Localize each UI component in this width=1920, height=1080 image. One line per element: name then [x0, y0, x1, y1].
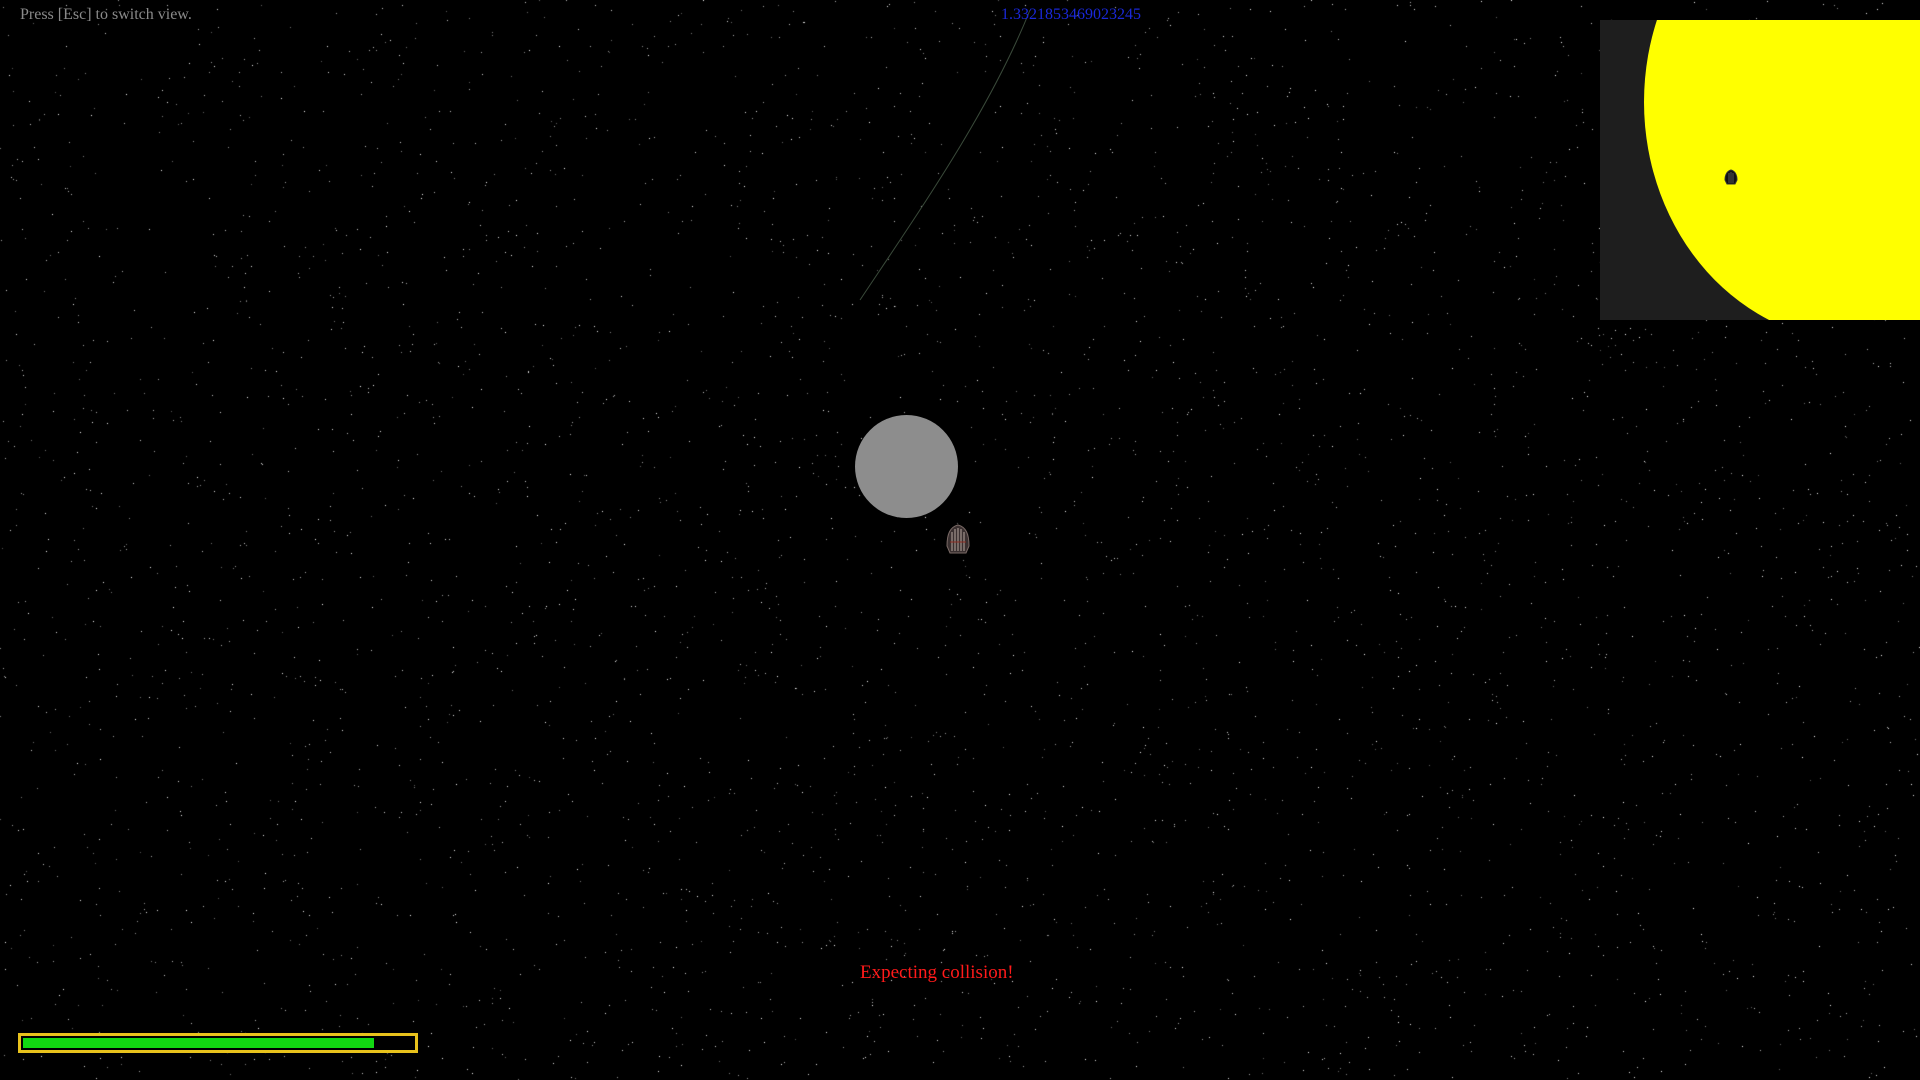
minimap-spaceship-icon [1724, 169, 1738, 185]
game-viewport[interactable]: Press [Esc] to switch view. 1.3321853469… [0, 0, 1920, 1080]
collision-warning: Expecting collision! [860, 962, 1014, 983]
spaceship-icon [946, 524, 970, 554]
sun [1644, 20, 1920, 320]
fuel-bar-fill [23, 1038, 374, 1048]
numeric-readout: 1.3321853469023245 [1001, 6, 1141, 23]
planet [855, 415, 958, 518]
switch-view-hint: Press [Esc] to switch view. [20, 6, 192, 23]
fuel-bar [18, 1033, 418, 1053]
minimap[interactable] [1600, 20, 1920, 320]
